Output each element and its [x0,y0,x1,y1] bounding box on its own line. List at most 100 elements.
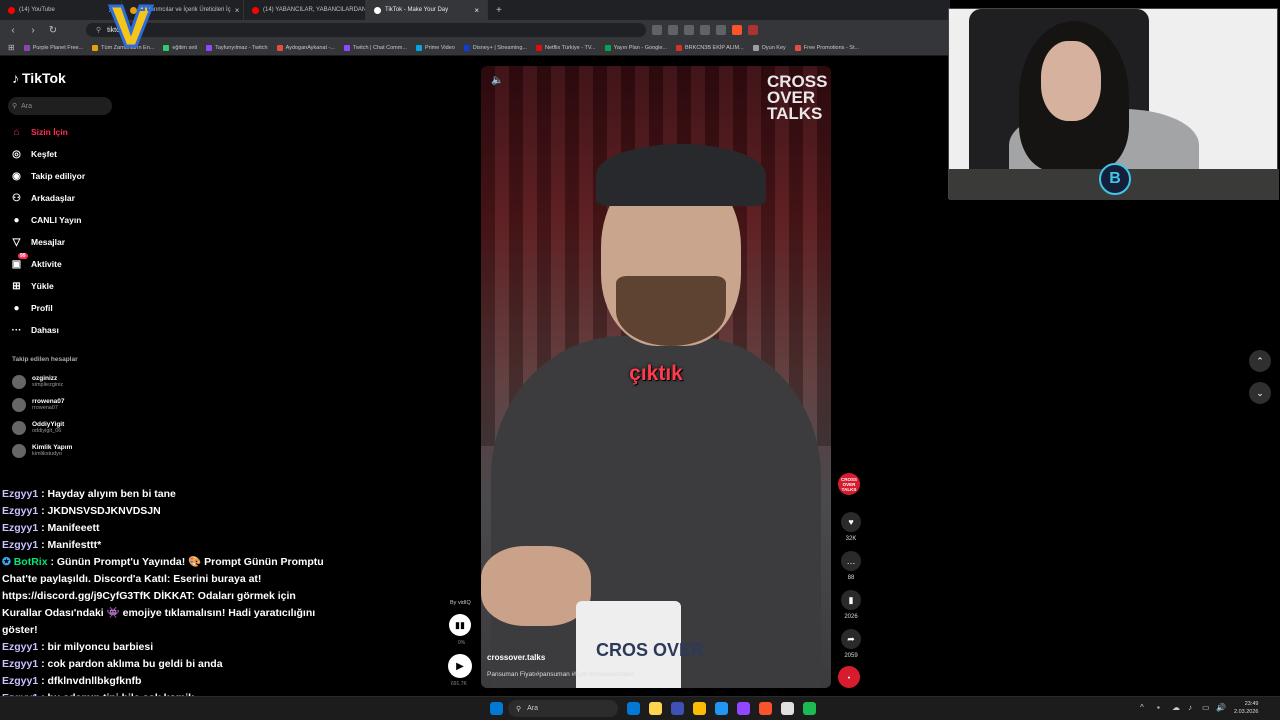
video-author[interactable]: crossover.talks [487,653,545,662]
sidebar-item-compass[interactable]: ◎ Keşfet [10,145,150,163]
taskbar-app-icon[interactable] [693,702,706,715]
taskbar-app-icon[interactable] [715,702,728,715]
chat-text: : Manifesttt* [38,539,102,551]
comment-button[interactable]: … 88 [838,551,864,581]
tray-chevron-icon[interactable]: ^ [1140,703,1144,712]
search-icon: ⚲ [12,103,18,110]
bookmark-item[interactable]: Free Promotions - St... [794,44,859,51]
taskbar-app-icon[interactable] [671,702,684,715]
sidebar-item-activity[interactable]: ▣ Aktivite 99 [10,253,150,273]
bookmark-item[interactable]: Disney+ | Streaming... [463,44,527,51]
tray-cloud-icon[interactable]: ☁ [1172,703,1180,712]
tray-volume-icon[interactable]: 🔊 [1216,703,1226,712]
share-button[interactable]: ➦ 2059 [838,629,864,659]
followed-account[interactable]: Kimlik Yapım kimlikstudyo [12,440,132,462]
bookmark-item[interactable]: BRKCN3B EKİP ALIM... [676,44,744,51]
taskbar-app-icon[interactable] [803,702,816,715]
brave-shield-icon[interactable] [732,25,742,35]
close-tab-icon[interactable]: × [235,6,240,15]
sidebar-item-messages[interactable]: ▽ Mesajlar [10,233,150,251]
close-tab-icon[interactable]: × [474,6,479,15]
bookmark-item[interactable]: eğitim seti [163,44,198,51]
sidebar-item-label: Yükle [31,281,54,291]
new-tab-button[interactable]: + [488,5,510,16]
sidebar-item-label: Aktivite [31,259,62,269]
followed-account[interactable]: OddiyYigit oddiyigit_06 [12,417,132,439]
bookmark-item[interactable]: AydoganAykanat -... [276,44,335,51]
bookmark-item[interactable]: Tayfunyılmaz - Twitch [206,44,268,51]
bookmark-item[interactable]: Twitch | Chat Comm... [343,44,407,51]
bookmark-item[interactable]: Oyun Key [752,44,786,51]
clock-time: 23:49 [1244,701,1259,707]
sidebar-item-following[interactable]: ◉ Takip ediliyor [10,167,150,185]
bookmark-star-icon[interactable] [716,25,726,35]
sidebar-item-live[interactable]: ● CANLI Yayın [10,211,150,229]
tray-network-icon[interactable]: ▭ [1202,703,1210,712]
browser-tab[interactable]: (14) YABANCILAR, YABANCILARDAN× [244,0,366,20]
tray-app-icon[interactable]: ▪ [1157,703,1160,712]
activity-badge: 99 [18,253,28,259]
bookmark-item[interactable]: Yayın Plan - Google... [604,44,667,51]
save-button[interactable]: ▮ 2026 [838,590,864,620]
taskbar-app-icon[interactable] [737,702,750,715]
cast-icon[interactable] [684,25,694,35]
sidebar-item-home[interactable]: ⌂ Sizin İçin [10,123,150,141]
tab-title: (14) YouTube [19,7,55,13]
rewards-icon[interactable] [748,25,758,35]
taskbar-app-icon[interactable] [627,702,640,715]
video-player[interactable]: CROS OVER CROSS OVER TALKS çıktık 🔈 cros… [481,66,831,688]
tab-title: Tasarımcılar ve İçerik Üreticileri İç [141,7,231,13]
extension-icon[interactable] [652,25,662,35]
browser-tab[interactable]: TikTok - Make Your Day × [366,0,488,20]
system-clock[interactable]: 23:49 2.03.2026 [1234,700,1258,716]
following-icon: ◉ [12,170,21,182]
forward-icon[interactable]: › [26,25,40,36]
browser-tab[interactable]: (14) YouTube× [0,0,122,20]
tray-mic-icon[interactable]: ♪ [1188,703,1192,712]
bookmark-favicon-icon [276,44,283,51]
taskbar-search[interactable]: ⚲ Ara [508,700,618,717]
taskbar-app-icon[interactable] [649,702,662,715]
chat-message: Ezgyy1 : JKDNSVSDJKNVDSJN [2,503,332,520]
bookmark-item[interactable]: Netflix Türkiye - TV... [535,44,596,51]
channel-badge-icon: B [1099,163,1131,195]
start-button[interactable] [490,702,503,715]
home-icon: ⌂ [13,126,20,138]
bookmark-item[interactable]: Prime Video [415,44,455,51]
chat-username: Ezgyy1 [2,658,39,670]
sidebar-item-more[interactable]: ··· Dahası [10,321,150,339]
vidiq-stats-button[interactable]: ▮▮ [449,614,471,636]
like-button[interactable]: ♥ 32K [838,512,864,542]
taskbar-app-icon[interactable] [781,702,794,715]
back-icon[interactable]: ‹ [6,25,20,36]
translate-icon[interactable] [668,25,678,35]
tiktok-logo[interactable]: ♪ TikTok [12,70,66,86]
share-page-icon[interactable] [700,25,710,35]
music-disc[interactable]: ● [838,666,864,688]
sidebar-item-profile[interactable]: ● Profil [10,299,150,317]
followed-account[interactable]: rrowena07 rrowena07 [12,394,132,416]
address-bar[interactable]: ⚲ tiktok.com [86,23,646,37]
previous-video-button[interactable]: ⌃ [1249,350,1271,372]
bookmark-favicon-icon [752,44,759,51]
bookmark-item[interactable]: Purple Planet Free... [23,44,83,51]
apps-grid-icon[interactable]: ⊞ [8,43,15,52]
volume-icon[interactable]: 🔈 [491,75,503,86]
bookmark-label: eğitim seti [172,44,198,51]
site-info-icon[interactable]: ⚲ [96,26,101,34]
video-watermark: CROSS OVER TALKS [767,72,828,123]
reload-icon[interactable]: ↻ [46,25,60,36]
creator-avatar[interactable]: CROSS OVER TALKS [838,473,864,495]
taskbar-app-icon[interactable] [759,702,772,715]
play-button[interactable]: ▶ [448,654,472,678]
search-input[interactable]: ⚲ Ara [8,97,112,115]
avatar [12,444,26,458]
heart-icon: ♥ [841,512,861,532]
sidebar-item-upload[interactable]: ⊞ Yükle [10,277,150,295]
next-video-button[interactable]: ⌄ [1249,382,1271,404]
followed-account[interactable]: ozginizz simpliezginiz [12,371,132,393]
messages-icon: ▽ [12,236,21,248]
video-description[interactable]: Pansuman Fiyatı#pansuman #fiyat #crossov… [487,671,634,678]
chat-text: : bir milyoncu barbiesi [38,641,154,653]
sidebar-item-friends[interactable]: ⚇ Arkadaşlar [10,189,150,207]
